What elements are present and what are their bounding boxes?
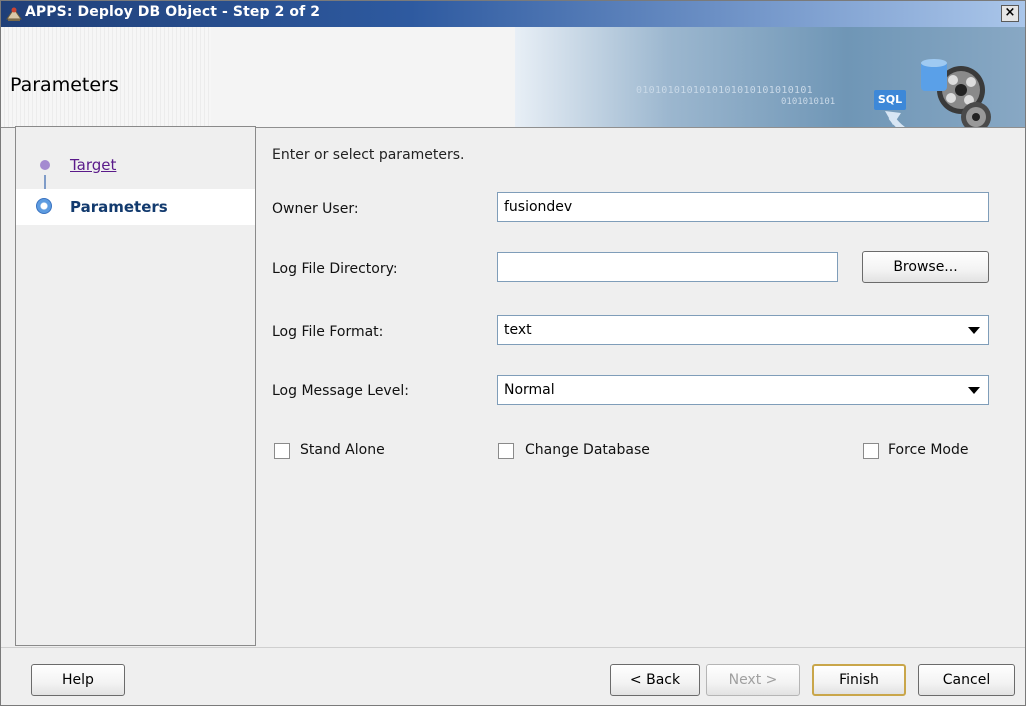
parameters-form: Enter or select parameters. Owner User: … xyxy=(257,126,1025,646)
step-target-dot-icon xyxy=(40,160,50,170)
change-database-label[interactable]: Change Database xyxy=(525,442,650,458)
header-banner: 0101010101010101010101010101 0101010101 … xyxy=(1,27,1025,128)
form-intro: Enter or select parameters. xyxy=(272,147,465,163)
stand-alone-checkbox[interactable] xyxy=(274,443,290,459)
log-message-level-value: Normal xyxy=(504,382,555,398)
force-mode-label[interactable]: Force Mode xyxy=(888,442,968,458)
back-button[interactable]: < Back xyxy=(610,664,700,696)
step-parameters[interactable]: Parameters xyxy=(16,189,255,225)
dropdown-arrow-icon xyxy=(968,387,980,394)
log-file-directory-input[interactable] xyxy=(497,252,838,282)
finish-button[interactable]: Finish xyxy=(812,664,906,696)
page-title: Parameters xyxy=(10,74,119,96)
step-parameters-current-icon xyxy=(36,198,52,214)
help-button[interactable]: Help xyxy=(31,664,125,696)
owner-user-label: Owner User: xyxy=(272,201,359,217)
change-database-checkbox[interactable] xyxy=(498,443,514,459)
sql-icon: SQL xyxy=(874,90,906,110)
step-target-label[interactable]: Target xyxy=(70,156,116,174)
banner-binary-text-2: 0101010101 xyxy=(781,97,836,107)
browse-button[interactable]: Browse... xyxy=(862,251,989,283)
log-file-format-value: text xyxy=(504,322,532,338)
window-title: APPS: Deploy DB Object - Step 2 of 2 xyxy=(25,4,321,20)
log-message-level-label: Log Message Level: xyxy=(272,383,409,399)
close-button[interactable]: × xyxy=(1001,5,1019,22)
dropdown-arrow-icon xyxy=(968,327,980,334)
log-file-format-label: Log File Format: xyxy=(272,324,384,340)
force-mode-checkbox[interactable] xyxy=(863,443,879,459)
cancel-button[interactable]: Cancel xyxy=(918,664,1015,696)
log-file-directory-label: Log File Directory: xyxy=(272,261,398,277)
wizard-steps-panel: Target Parameters xyxy=(15,126,256,646)
title-bar[interactable]: APPS: Deploy DB Object - Step 2 of 2 × xyxy=(1,1,1025,27)
footer-separator xyxy=(1,647,1025,648)
banner-binary-text: 0101010101010101010101010101 xyxy=(636,85,813,96)
owner-user-input[interactable]: fusiondev xyxy=(497,192,989,222)
step-target[interactable]: Target xyxy=(16,147,255,183)
app-icon xyxy=(6,7,22,21)
log-file-format-select[interactable]: text xyxy=(497,315,989,345)
step-parameters-label: Parameters xyxy=(70,198,168,216)
next-button[interactable]: Next > xyxy=(706,664,800,696)
deploy-db-object-dialog: APPS: Deploy DB Object - Step 2 of 2 × 0… xyxy=(0,0,1026,706)
stand-alone-label[interactable]: Stand Alone xyxy=(300,442,385,458)
log-message-level-select[interactable]: Normal xyxy=(497,375,989,405)
